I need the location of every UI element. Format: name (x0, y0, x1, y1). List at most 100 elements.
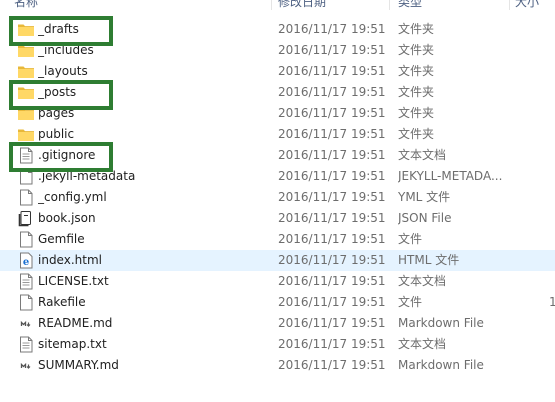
file-size (549, 82, 555, 103)
file-row[interactable]: sitemap.txt 2016/11/17 19:51 文本文档 (0, 334, 555, 355)
column-divider[interactable] (271, 0, 272, 10)
column-header-type[interactable]: 类型 (398, 0, 422, 10)
file-row[interactable]: pages 2016/11/17 19:51 文件夹 (0, 103, 555, 124)
file-row[interactable]: _posts 2016/11/17 19:51 文件夹 (0, 82, 555, 103)
folder-icon (17, 84, 35, 101)
markdown-file-icon (17, 315, 35, 332)
file-name: _posts (38, 85, 77, 99)
html-file-icon: e (17, 252, 35, 269)
file-type: JSON File (398, 211, 452, 225)
blank-file-icon (17, 168, 35, 185)
file-type: 文件夹 (398, 22, 435, 36)
file-name: index.html (38, 253, 102, 267)
file-name: _drafts (38, 22, 79, 36)
file-date: 2016/11/17 19:51 (278, 85, 386, 99)
file-row[interactable]: book.json 2016/11/17 19:51 JSON File (0, 208, 555, 229)
file-date: 2016/11/17 19:51 (278, 169, 386, 183)
file-date: 2016/11/17 19:51 (278, 232, 386, 246)
file-row[interactable]: SUMMARY.md 2016/11/17 19:51 Markdown File (0, 355, 555, 376)
file-name: README.md (38, 316, 113, 330)
file-date: 2016/11/17 19:51 (278, 43, 386, 57)
file-name: sitemap.txt (38, 337, 107, 351)
blank-file-icon (17, 189, 35, 206)
file-row[interactable]: .jekyll-metadata 2016/11/17 19:51 JEKYLL-M… (0, 166, 555, 187)
file-type: 文件夹 (398, 43, 435, 57)
column-header-date[interactable]: 修改日期 (278, 0, 326, 10)
folder-icon (17, 21, 35, 38)
file-date: 2016/11/17 19:51 (278, 190, 386, 204)
file-size (549, 313, 555, 334)
file-size (549, 208, 555, 229)
folder-icon (17, 105, 35, 122)
file-date: 2016/11/17 19:51 (278, 148, 386, 162)
file-size (549, 229, 555, 250)
file-date: 2016/11/17 19:51 (278, 316, 386, 330)
file-name: _layouts (38, 64, 88, 78)
file-type: 文本文档 (398, 148, 447, 162)
file-size (549, 271, 555, 292)
file-name: pages (38, 106, 75, 120)
text-document-icon (17, 147, 35, 164)
file-name: .gitignore (38, 148, 96, 162)
file-date: 2016/11/17 19:51 (278, 274, 386, 288)
file-size (549, 40, 555, 61)
file-row[interactable]: _includes 2016/11/17 19:51 文件夹 (0, 40, 555, 61)
column-header-bar: 名称 修改日期 类型 大小 (0, 0, 555, 10)
file-row[interactable]: Rakefile 2016/11/17 19:51 文件 1 (0, 292, 555, 313)
file-size (549, 124, 555, 145)
file-name: Rakefile (38, 295, 86, 309)
text-document-icon (17, 273, 35, 290)
file-type: 文本文档 (398, 337, 447, 351)
file-name: _config.yml (38, 190, 107, 204)
file-date: 2016/11/17 19:51 (278, 211, 386, 225)
file-date: 2016/11/17 19:51 (278, 22, 386, 36)
text-document-icon (17, 336, 35, 353)
file-name: Gemfile (38, 232, 85, 246)
file-type: Markdown File (398, 316, 484, 330)
file-date: 2016/11/17 19:51 (278, 358, 386, 372)
file-date: 2016/11/17 19:51 (278, 295, 386, 309)
column-header-size[interactable]: 大小 (515, 0, 539, 10)
blank-file-icon (17, 294, 35, 311)
file-name: .jekyll-metadata (38, 169, 136, 183)
file-type: 文件夹 (398, 85, 435, 99)
file-size (549, 166, 555, 187)
file-type: 文件夹 (398, 106, 435, 120)
file-type: YML 文件 (398, 190, 451, 204)
file-type: JEKYLL-METADA... (398, 169, 503, 183)
file-type: Markdown File (398, 358, 484, 372)
file-row[interactable]: _layouts 2016/11/17 19:51 文件夹 (0, 61, 555, 82)
file-row[interactable]: e index.html 2016/11/17 19:51 HTML 文件 (0, 250, 555, 271)
folder-icon (17, 63, 35, 80)
file-size (549, 355, 555, 376)
file-type: 文本文档 (398, 274, 447, 288)
file-row[interactable]: _drafts 2016/11/17 19:51 文件夹 (0, 19, 555, 40)
file-name: book.json (38, 211, 96, 225)
file-type: 文件 (398, 295, 423, 309)
file-size (549, 103, 555, 124)
file-size (549, 250, 555, 271)
file-row[interactable]: public 2016/11/17 19:51 文件夹 (0, 124, 555, 145)
file-row[interactable]: Gemfile 2016/11/17 19:51 文件 (0, 229, 555, 250)
file-row[interactable]: LICENSE.txt 2016/11/17 19:51 文本文档 (0, 271, 555, 292)
file-row[interactable]: _config.yml 2016/11/17 19:51 YML 文件 (0, 187, 555, 208)
file-size (549, 187, 555, 208)
file-name: SUMMARY.md (38, 358, 119, 372)
file-date: 2016/11/17 19:51 (278, 337, 386, 351)
file-type: HTML 文件 (398, 253, 460, 267)
file-date: 2016/11/17 19:51 (278, 106, 386, 120)
file-size (549, 19, 555, 40)
markdown-file-icon (17, 357, 35, 374)
file-name: LICENSE.txt (38, 274, 109, 288)
folder-icon (17, 42, 35, 59)
column-header-name[interactable]: 名称 (14, 0, 38, 10)
json-file-icon (17, 210, 35, 227)
column-divider[interactable] (509, 0, 510, 10)
file-row[interactable]: .gitignore 2016/11/17 19:51 文本文档 (0, 145, 555, 166)
file-row[interactable]: README.md 2016/11/17 19:51 Markdown File (0, 313, 555, 334)
file-type: 文件 (398, 232, 423, 246)
column-divider[interactable] (389, 0, 390, 10)
blank-file-icon (17, 231, 35, 248)
file-size (549, 334, 555, 355)
file-date: 2016/11/17 19:51 (278, 127, 386, 141)
